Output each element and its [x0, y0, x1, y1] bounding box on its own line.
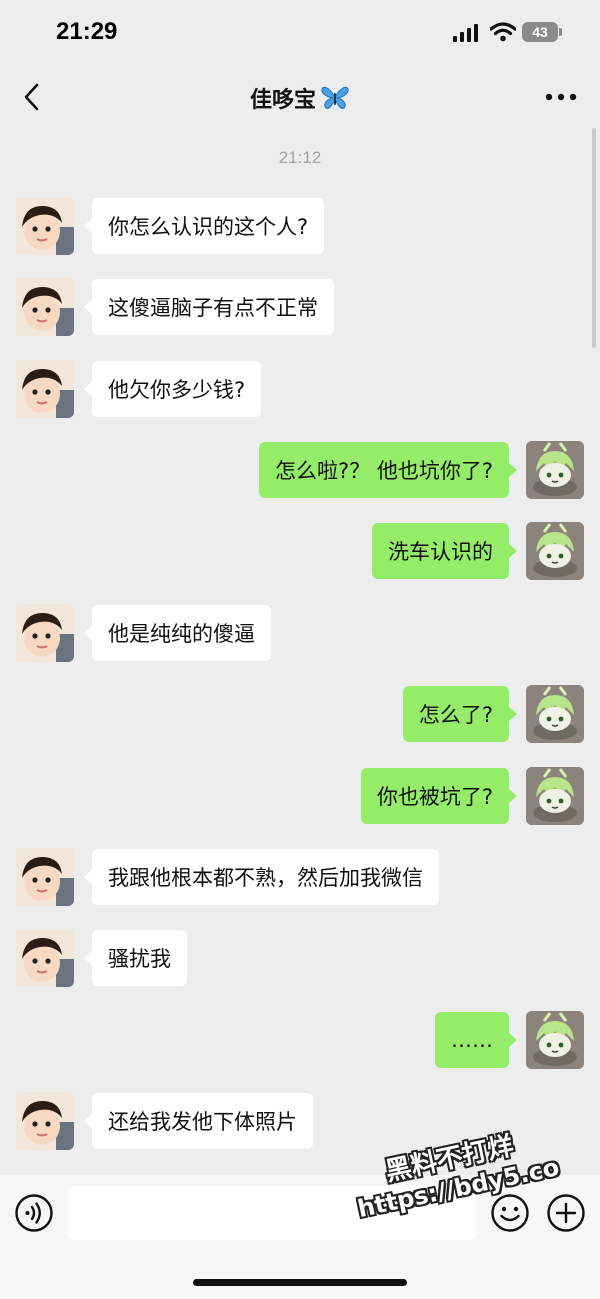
battery-cap: [559, 28, 562, 36]
status-time: 21:29: [56, 18, 118, 45]
signal-icon: [453, 24, 478, 42]
outgoing-message-bubble[interactable]: 你也被坑了?: [360, 768, 518, 824]
outgoing-message-bubble[interactable]: 洗车认识的: [372, 523, 517, 579]
butterfly-icon: [321, 86, 349, 109]
incoming-message-bubble[interactable]: 他是纯纯的傻逼: [84, 605, 271, 661]
my-avatar[interactable]: [526, 522, 584, 580]
plush-portrait: [526, 441, 584, 499]
my-avatar[interactable]: [526, 767, 584, 825]
message-row: 洗车认识的: [0, 522, 600, 580]
message-row: ……: [0, 1011, 600, 1069]
plus-icon[interactable]: [546, 1193, 586, 1233]
incoming-message-bubble[interactable]: 这傻逼脑子有点不正常: [84, 279, 334, 335]
more-dots-icon[interactable]: [544, 92, 578, 102]
baby-portrait: [16, 197, 74, 255]
plush-portrait: [526, 685, 584, 743]
battery-icon: 43: [522, 22, 558, 42]
emoji-icon[interactable]: [490, 1193, 530, 1233]
message-row: 你也被坑了?: [0, 767, 600, 825]
chat-timestamp: 21:12: [278, 148, 322, 167]
contact-avatar[interactable]: [16, 929, 74, 987]
message-row: 怎么啦?？ 他也坑你了?: [0, 441, 600, 499]
contact-name: 佳哆宝: [249, 88, 316, 113]
voice-icon[interactable]: [14, 1193, 54, 1233]
message-row: 骚扰我: [0, 929, 600, 987]
status-bar: 21:29 43: [0, 0, 600, 70]
outgoing-message-bubble[interactable]: 怎么啦?？ 他也坑你了?: [259, 442, 517, 498]
my-avatar[interactable]: [526, 1011, 584, 1069]
contact-avatar[interactable]: [16, 278, 74, 336]
my-avatar[interactable]: [526, 441, 584, 499]
outgoing-message-bubble[interactable]: 怎么了?: [402, 686, 518, 742]
message-row: 怎么了?: [0, 685, 600, 743]
plush-portrait: [526, 767, 584, 825]
plush-portrait: [526, 1011, 584, 1069]
message-row: 这傻逼脑子有点不正常: [0, 278, 600, 336]
contact-avatar[interactable]: [16, 360, 74, 418]
message-row: 我跟他根本都不熟，然后加我微信: [0, 848, 600, 906]
message-input[interactable]: [68, 1186, 476, 1240]
message-row: 还给我发他下体照片: [0, 1092, 600, 1150]
message-row: 他是纯纯的傻逼: [0, 604, 600, 662]
incoming-message-bubble[interactable]: 他欠你多少钱?: [83, 361, 262, 417]
contact-avatar[interactable]: [16, 848, 74, 906]
message-row: 他欠你多少钱?: [0, 360, 600, 418]
contact-avatar[interactable]: [16, 1092, 74, 1150]
baby-portrait: [16, 929, 74, 987]
message-row: 你怎么认识的这个人?: [0, 197, 600, 255]
wifi-icon: [490, 22, 516, 42]
incoming-message-bubble[interactable]: 骚扰我: [84, 930, 187, 986]
baby-portrait: [16, 848, 74, 906]
baby-portrait: [16, 604, 74, 662]
incoming-message-bubble[interactable]: 还给我发他下体照片: [84, 1093, 313, 1149]
baby-portrait: [16, 360, 74, 418]
baby-portrait: [16, 278, 74, 336]
plush-portrait: [526, 522, 584, 580]
baby-portrait: [16, 1092, 74, 1150]
home-indicator[interactable]: [193, 1279, 407, 1286]
contact-avatar[interactable]: [16, 197, 74, 255]
chat-title: 佳哆宝: [0, 82, 600, 114]
contact-avatar[interactable]: [16, 604, 74, 662]
my-avatar[interactable]: [526, 685, 584, 743]
outgoing-message-bubble[interactable]: ……: [435, 1012, 517, 1068]
incoming-message-bubble[interactable]: 我跟他根本都不熟，然后加我微信: [84, 849, 439, 905]
incoming-message-bubble[interactable]: 你怎么认识的这个人?: [83, 198, 325, 254]
